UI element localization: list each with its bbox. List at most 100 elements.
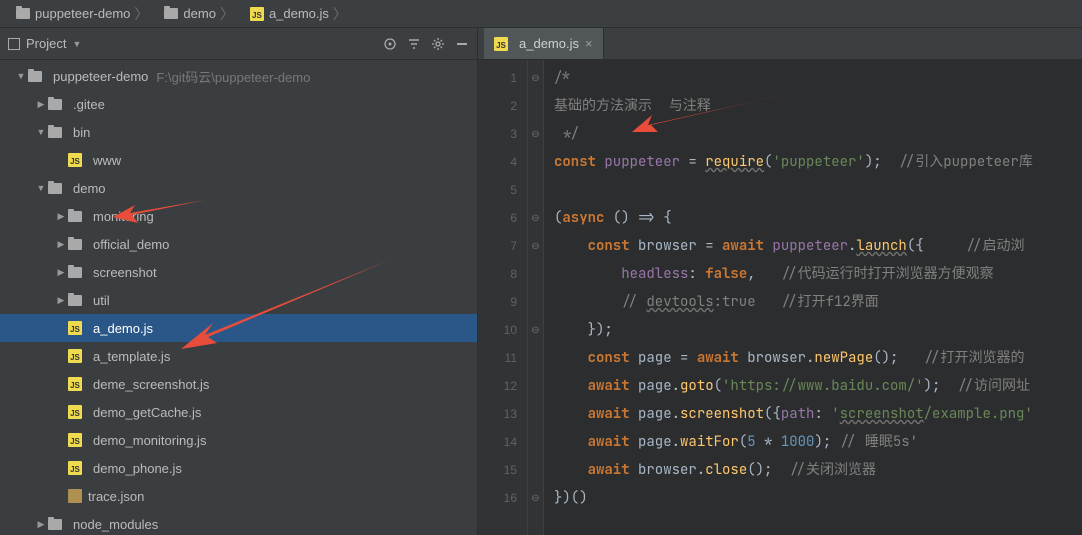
tree-row[interactable]: ▶ node_modules [0,510,477,535]
tree-label: demo_phone.js [93,461,182,476]
tree-label: deme_screenshot.js [93,377,209,392]
fold-marker[interactable]: ⊖ [528,316,543,344]
fold-marker [528,372,543,400]
line-number: 14 [478,428,527,456]
breadcrumb-item[interactable]: demo 〉 [156,2,242,26]
json-icon [68,489,82,503]
locate-target-icon[interactable] [383,37,397,51]
tree-row[interactable]: ▼demo [0,174,477,202]
tree-label: monitoring [93,209,154,224]
chevron-right-icon[interactable]: ▶ [34,99,48,110]
breadcrumb-label: puppeteer-demo [35,6,130,21]
js-icon: JS [68,321,87,335]
chevron-right-icon: 〉 [134,4,148,24]
fold-marker[interactable]: ⊖ [528,484,543,512]
breadcrumb-bar: puppeteer-demo〉demo〉JSa_demo.js〉 [0,0,1082,28]
tree-label: trace.json [88,489,144,504]
chevron-right-icon[interactable]: ▶ [54,239,68,250]
tree-label: bin [73,125,90,140]
project-dropdown-icon[interactable]: ▼ [72,39,81,49]
tree-label: util [93,293,110,308]
breadcrumb-label: a_demo.js [269,6,329,21]
breadcrumb-item[interactable]: JSa_demo.js〉 [242,2,355,26]
fold-marker [528,288,543,316]
folder-icon [68,267,87,278]
js-icon: JS [68,153,87,167]
line-number: 10 [478,316,527,344]
tree-row[interactable]: ▶official_demo [0,230,477,258]
tree-label: .gitee [73,97,105,112]
editor-tab-label: a_demo.js [519,36,579,51]
tree-row[interactable]: ▶ monitoring [0,202,477,230]
tree-label: demo_getCache.js [93,405,201,420]
tree-row[interactable]: ▶JSa_demo.js [0,314,477,342]
line-number: 2 [478,92,527,120]
collapse-icon[interactable] [455,37,469,51]
tree-label: node_modules [73,517,158,532]
tree-row[interactable]: ▶JSa_template.js [0,342,477,370]
tree-row[interactable]: ▶ .gitee [0,90,477,118]
line-number: 7 [478,232,527,260]
chevron-down-icon[interactable]: ▼ [14,71,28,81]
js-icon: JS [68,349,87,363]
line-number: 15 [478,456,527,484]
tree-row[interactable]: ▼ bin [0,118,477,146]
fold-marker[interactable]: ⊖ [528,204,543,232]
tree-label: www [93,153,121,168]
filter-icon[interactable] [407,37,421,51]
project-tree[interactable]: ▼puppeteer-demoF:\git码云\puppeteer-demo▶.… [0,60,477,535]
tree-label: a_template.js [93,349,170,364]
tree-row[interactable]: ▶JSwww [0,146,477,174]
fold-marker [528,148,543,176]
editor: JS a_demo.js × 12345678910111213141516 ⊖… [478,28,1082,535]
js-icon: JS [68,461,87,475]
folder-icon [164,8,178,19]
line-number: 4 [478,148,527,176]
tree-row[interactable]: ▶ util [0,286,477,314]
breadcrumb-label: demo [183,6,216,21]
js-icon: JS [68,377,87,391]
code-content[interactable]: /* 基础的方法演示 与注释 */ const puppeteer = requ… [544,60,1082,535]
line-number: 11 [478,344,527,372]
chevron-right-icon[interactable]: ▶ [54,211,68,222]
fold-marker[interactable]: ⊖ [528,120,543,148]
js-icon: JS [250,7,264,21]
line-number: 16 [478,484,527,512]
chevron-right-icon[interactable]: ▶ [54,267,68,278]
folder-icon [48,183,67,194]
tree-row[interactable]: ▶JSdemo_monitoring.js [0,426,477,454]
code-area[interactable]: 12345678910111213141516 ⊖⊖⊖⊖⊖⊖ /* 基础的方法演… [478,60,1082,535]
tree-row[interactable]: ▶trace.json [0,482,477,510]
chevron-right-icon[interactable]: ▶ [34,519,48,530]
tree-label: screenshot [93,265,157,280]
fold-marker [528,400,543,428]
chevron-down-icon[interactable]: ▼ [34,127,48,137]
fold-marker[interactable]: ⊖ [528,64,543,92]
project-panel-header: Project ▼ [0,28,477,60]
project-panel: Project ▼ ▼puppeteer-demoF:\git码云\puppet… [0,28,478,535]
tree-row[interactable]: ▶JSdemo_phone.js [0,454,477,482]
tree-row[interactable]: ▶ screenshot [0,258,477,286]
line-number: 9 [478,288,527,316]
tree-row[interactable]: ▼puppeteer-demoF:\git码云\puppeteer-demo [0,62,477,90]
gear-icon[interactable] [431,37,445,51]
tree-row[interactable]: ▶JSdeme_screenshot.js [0,370,477,398]
folder-icon [68,239,87,250]
editor-tabs: JS a_demo.js × [478,28,1082,60]
folder-icon [48,99,67,110]
breadcrumb-item[interactable]: puppeteer-demo 〉 [8,2,156,26]
close-icon[interactable]: × [585,36,593,51]
fold-marker [528,260,543,288]
chevron-down-icon[interactable]: ▼ [34,183,48,193]
folder-icon [68,211,87,222]
fold-marker [528,92,543,120]
editor-tab-a-demo[interactable]: JS a_demo.js × [484,28,604,59]
fold-marker[interactable]: ⊖ [528,232,543,260]
fold-column[interactable]: ⊖⊖⊖⊖⊖⊖ [528,60,544,535]
line-number: 13 [478,400,527,428]
chevron-right-icon: 〉 [220,4,234,24]
tree-label: puppeteer-demo [53,69,148,84]
chevron-right-icon[interactable]: ▶ [54,295,68,306]
tree-label: a_demo.js [93,321,153,336]
tree-row[interactable]: ▶JSdemo_getCache.js [0,398,477,426]
